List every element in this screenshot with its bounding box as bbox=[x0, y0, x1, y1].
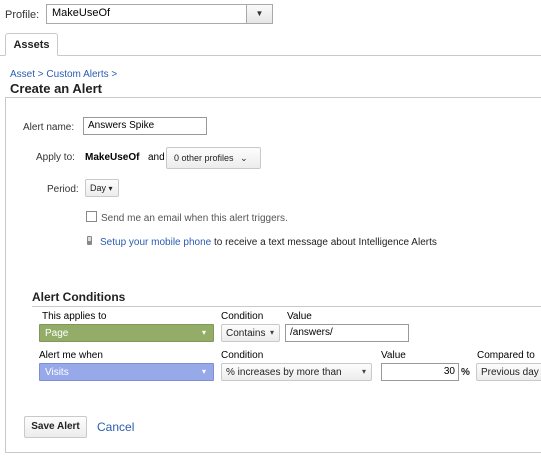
compared-to-header: Compared to bbox=[477, 350, 535, 361]
chevron-down-icon: ▾ bbox=[201, 367, 206, 376]
apply-profile-name: MakeUseOf bbox=[85, 152, 140, 163]
condition-header: Condition bbox=[221, 311, 264, 322]
metric-value-input[interactable]: 30 bbox=[381, 363, 459, 381]
profile-select[interactable]: MakeUseOf ▼ bbox=[46, 4, 273, 24]
metric-condition-select[interactable]: % increases by more than ▾ bbox=[221, 363, 372, 381]
chevron-down-icon: ▾ bbox=[269, 328, 274, 337]
compared-to-select[interactable]: Previous day bbox=[476, 363, 541, 381]
dimension-value-input[interactable]: /answers/ bbox=[285, 324, 409, 342]
mobile-phone-icon bbox=[87, 236, 92, 245]
period-select-value: Day bbox=[90, 183, 107, 193]
breadcrumb[interactable]: Asset > Custom Alerts > bbox=[10, 69, 117, 80]
compared-to-value: Previous day bbox=[481, 367, 539, 378]
cancel-link[interactable]: Cancel bbox=[97, 420, 134, 434]
condition-select[interactable]: Contains ▾ bbox=[221, 324, 280, 342]
period-select[interactable]: Day ▾ bbox=[85, 179, 119, 197]
dimension-select[interactable]: Page ▾ bbox=[39, 324, 214, 342]
other-profiles-button[interactable]: 0 other profiles ⌄ bbox=[166, 147, 261, 169]
email-checkbox-label: Send me an email when this alert trigger… bbox=[101, 213, 288, 224]
alert-name-input[interactable]: Answers Spike bbox=[83, 117, 207, 135]
apply-and-text: and bbox=[148, 152, 165, 163]
setup-mobile-link[interactable]: Setup your mobile phone bbox=[100, 237, 211, 248]
alert-form-panel bbox=[5, 97, 541, 453]
alert-name-label: Alert name: bbox=[23, 122, 75, 133]
conditions-divider bbox=[32, 306, 541, 307]
metric-select[interactable]: Visits ▾ bbox=[39, 363, 214, 381]
chevron-down-icon: ▾ bbox=[201, 328, 206, 337]
metric-value-header: Value bbox=[381, 350, 406, 361]
metric-select-value: Visits bbox=[45, 367, 69, 378]
other-profiles-label: 0 other profiles bbox=[174, 153, 234, 163]
page-title: Create an Alert bbox=[10, 81, 102, 96]
mobile-setup-text: Setup your mobile phone to receive a tex… bbox=[100, 237, 437, 248]
metric-condition-header: Condition bbox=[221, 350, 264, 361]
dimension-select-value: Page bbox=[45, 328, 69, 339]
tab-assets[interactable]: Assets bbox=[5, 33, 58, 56]
apply-to-label: Apply to: bbox=[36, 152, 75, 163]
chevron-down-icon: ▾ bbox=[108, 184, 113, 193]
save-alert-button[interactable]: Save Alert bbox=[24, 416, 87, 438]
alert-conditions-heading: Alert Conditions bbox=[32, 290, 126, 304]
chevron-down-icon: ⌄ bbox=[240, 153, 248, 163]
metric-condition-value: % increases by more than bbox=[226, 367, 342, 378]
chevron-down-icon[interactable]: ▼ bbox=[246, 5, 272, 23]
condition-select-value: Contains bbox=[226, 328, 266, 339]
chevron-down-icon: ▾ bbox=[361, 367, 366, 376]
value-header: Value bbox=[287, 311, 312, 322]
tab-bar-divider bbox=[0, 55, 541, 56]
email-checkbox[interactable] bbox=[86, 211, 97, 222]
applies-to-header: This applies to bbox=[42, 311, 107, 322]
profile-select-value: MakeUseOf bbox=[52, 7, 111, 19]
percent-unit: % bbox=[461, 367, 470, 378]
profile-label: Profile: bbox=[5, 9, 40, 21]
mobile-setup-description: to receive a text message about Intellig… bbox=[211, 237, 437, 248]
period-label: Period: bbox=[47, 184, 79, 195]
alert-me-when-header: Alert me when bbox=[39, 350, 103, 361]
